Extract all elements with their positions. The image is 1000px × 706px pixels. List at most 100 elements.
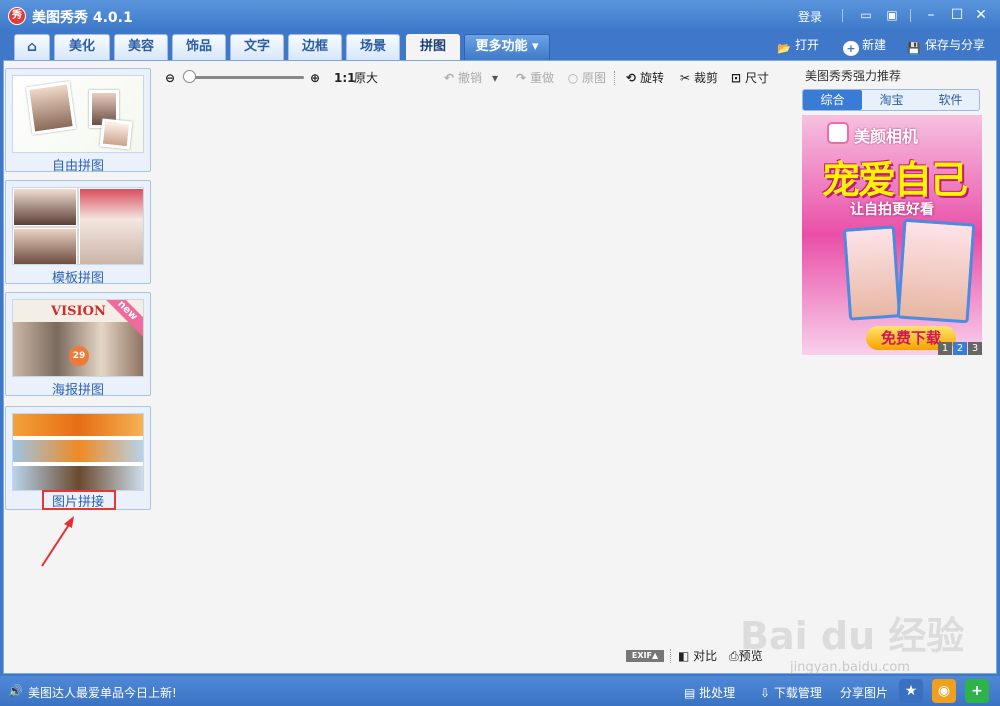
redo-button[interactable]: ↷ 重做 — [514, 70, 554, 86]
photo — [25, 81, 77, 135]
ad-brand: 美颜相机 — [854, 127, 919, 146]
add-share-icon[interactable]: + — [965, 679, 989, 703]
maximize-icon[interactable]: ☐ — [948, 6, 966, 24]
zoom-out-icon[interactable]: ⊖ — [163, 70, 179, 86]
original-label: 原图 — [582, 71, 607, 85]
divider — [842, 9, 843, 22]
photo — [79, 188, 143, 264]
ad-page-3[interactable]: 3 — [968, 342, 982, 355]
undo-icon: ↶ — [443, 71, 455, 85]
photo — [13, 228, 77, 264]
stitch-collage-thumbnail — [12, 413, 144, 491]
plus-circle-icon: + — [843, 41, 859, 56]
arrow-annotation — [41, 516, 74, 567]
redo-icon: ↷ — [515, 71, 527, 85]
recommend-tabs: 综合 淘宝 软件 — [802, 89, 980, 111]
rotate-label: 旋转 — [640, 71, 665, 85]
redo-label: 重做 — [530, 71, 555, 85]
resize-icon: ⊡ — [730, 71, 742, 85]
ad-banner[interactable]: 美颜相机 宠爱自己 让自拍更好看 免费下载 1 2 3 — [802, 115, 982, 355]
original-size-button[interactable]: 原大 — [354, 70, 378, 86]
ad-subline: 让自拍更好看 — [850, 202, 934, 218]
qzone-star-icon[interactable]: ★ — [899, 679, 923, 703]
tab-comprehensive[interactable]: 综合 — [803, 90, 862, 110]
poster-number-badge: 29 — [69, 346, 89, 366]
login-link[interactable]: 登录 — [798, 8, 822, 25]
divider — [614, 71, 615, 85]
preview-button[interactable]: ⎙预览 — [729, 648, 763, 664]
stitch-strip — [13, 466, 143, 490]
weibo-icon[interactable]: ◉ — [932, 679, 956, 703]
recommend-title: 美图秀秀强力推荐 — [805, 69, 902, 83]
poster-collage-label: 海报拼图 — [51, 383, 104, 398]
original-image-button[interactable]: ○ 原图 — [566, 70, 606, 86]
undo-button[interactable]: ↶ 撤销 — [442, 70, 482, 86]
rotate-icon: ⟲ — [625, 71, 637, 85]
camera-app-icon — [827, 122, 849, 144]
download-manager-label: 下载管理 — [773, 686, 822, 700]
message-icon[interactable]: ▭ — [858, 7, 874, 23]
skin-icon[interactable]: ▣ — [884, 7, 900, 23]
collage-card-stitch[interactable]: 图片拼接 — [5, 406, 151, 510]
compare-label: 对比 — [693, 649, 718, 663]
zoom-slider-handle[interactable] — [183, 70, 196, 83]
divider — [910, 9, 911, 22]
size-button[interactable]: ⊡ 尺寸 — [729, 70, 769, 86]
rotate-button[interactable]: ⟲ 旋转 — [624, 70, 664, 86]
minimize-icon[interactable]: – — [922, 6, 940, 24]
ad-phone-left — [842, 225, 902, 321]
status-message[interactable]: 美图达人最爱单品今日上新! — [28, 684, 177, 701]
batch-label: 批处理 — [699, 686, 736, 700]
batch-icon: ▤ — [684, 686, 696, 700]
app-logo: 秀 — [8, 7, 26, 25]
divider — [670, 649, 671, 663]
crop-button[interactable]: ✂ 裁剪 — [678, 70, 718, 86]
save-share-label: 保存与分享 — [925, 38, 986, 52]
ad-page-1[interactable]: 1 — [938, 342, 952, 355]
collage-card-free[interactable]: 自由拼图 — [5, 68, 151, 174]
save-share-button[interactable]: 💾 保存与分享 — [906, 36, 986, 55]
close-icon[interactable]: ✕ — [972, 6, 990, 24]
free-collage-thumbnail — [12, 75, 144, 153]
circle-icon: ○ — [567, 71, 579, 85]
download-manager-button[interactable]: ⇩ 下载管理 — [760, 684, 822, 701]
folder-icon: 📂 — [777, 42, 791, 55]
tab-face[interactable]: 美容 — [114, 34, 168, 60]
open-button[interactable]: 📂 打开 — [776, 36, 819, 55]
tab-taobao[interactable]: 淘宝 — [862, 90, 921, 110]
tab-scene[interactable]: 场景 — [346, 34, 400, 60]
poster-collage-thumbnail: VISION 29 new — [12, 299, 144, 377]
collage-card-template[interactable]: 模板拼图 — [5, 180, 151, 286]
free-collage-label: 自由拼图 — [51, 159, 104, 174]
compare-button[interactable]: ◧ 对比 — [678, 648, 717, 664]
tab-beautify[interactable]: 美化 — [54, 34, 110, 60]
ratio-button[interactable]: 1:1 — [334, 70, 356, 86]
zoom-slider[interactable] — [186, 76, 304, 79]
save-icon: 💾 — [907, 42, 921, 55]
collage-card-poster[interactable]: VISION 29 new 海报拼图 — [5, 292, 151, 398]
tab-home[interactable]: ⌂ — [14, 34, 50, 60]
title-bar: 秀 美图秀秀 4.0.1 登录 ▭ ▣ – ☐ ✕ — [0, 0, 1000, 32]
tab-software[interactable]: 软件 — [921, 90, 980, 110]
tab-text[interactable]: 文字 — [230, 34, 284, 60]
undo-label: 撤销 — [458, 71, 483, 85]
ad-headline: 宠爱自己 — [822, 158, 968, 202]
tab-collage[interactable]: 拼图 — [406, 34, 460, 61]
ad-phone-right — [896, 218, 976, 324]
new-button[interactable]: + 新建 — [843, 36, 886, 56]
share-image-label[interactable]: 分享图片 — [840, 684, 888, 701]
exif-button[interactable]: EXIF▲ — [626, 650, 664, 662]
ad-page-2[interactable]: 2 — [953, 342, 967, 355]
undo-dropdown-icon[interactable]: ▾ — [492, 70, 498, 86]
tab-more-features[interactable]: 更多功能 ▾ — [464, 34, 550, 60]
status-bar: 🔊 美图达人最爱单品今日上新! ▤ 批处理 ⇩ 下载管理 分享图片 ★ ◉ + — [0, 676, 1000, 706]
zoom-in-icon[interactable]: ⊕ — [308, 70, 324, 86]
scissors-icon: ✂ — [679, 71, 691, 85]
template-collage-label: 模板拼图 — [51, 271, 104, 286]
speaker-icon: 🔊 — [8, 684, 23, 698]
download-icon: ⇩ — [760, 686, 771, 700]
tab-frame[interactable]: 边框 — [288, 34, 342, 60]
batch-process-button[interactable]: ▤ 批处理 — [684, 684, 735, 701]
photo — [99, 118, 133, 150]
tab-accessories[interactable]: 饰品 — [172, 34, 226, 60]
